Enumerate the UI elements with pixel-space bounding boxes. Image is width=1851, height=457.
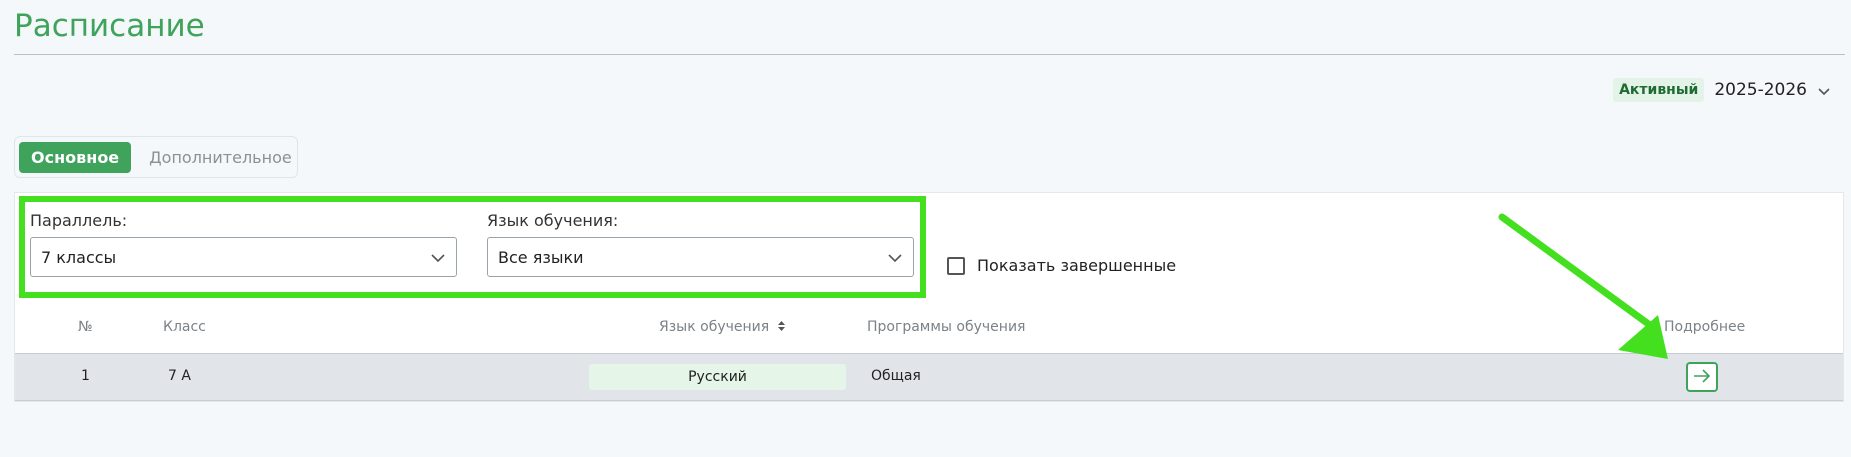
parallel-label: Параллель:	[30, 211, 128, 230]
sort-icon[interactable]	[774, 319, 786, 335]
year-value: 2025-2026	[1714, 80, 1807, 100]
show-completed-label: Показать завершенные	[977, 256, 1177, 275]
row-class: 7 А	[168, 368, 191, 384]
year-selector[interactable]: Активный 2025-2026	[1613, 78, 1831, 102]
chevron-down-icon	[887, 250, 903, 270]
language-select-value: Все языки	[498, 247, 584, 267]
title-divider	[14, 54, 1845, 55]
chevron-down-icon	[430, 250, 446, 270]
arrow-right-icon	[1693, 368, 1711, 387]
header-language[interactable]: Язык обучения	[659, 319, 786, 335]
show-completed-checkbox[interactable]	[947, 256, 965, 275]
tab-main[interactable]: Основное	[19, 141, 132, 173]
header-number: №	[78, 319, 93, 335]
tab-bar: Основное Дополнительное	[14, 136, 298, 178]
row-number: 1	[81, 368, 90, 384]
annotation-arrow	[1498, 213, 1668, 359]
parallel-select[interactable]: 7 классы	[30, 237, 457, 277]
tab-additional[interactable]: Дополнительное	[137, 142, 304, 173]
language-label: Язык обучения:	[487, 211, 619, 230]
language-select[interactable]: Все языки	[487, 237, 914, 277]
header-programs: Программы обучения	[867, 319, 1026, 335]
row-language-badge: Русский	[589, 364, 846, 390]
page-title: Расписание	[14, 8, 205, 44]
details-button[interactable]	[1686, 362, 1718, 392]
show-completed-toggle[interactable]: Показать завершенные	[947, 256, 1176, 275]
status-badge: Активный	[1613, 78, 1705, 102]
header-language-label: Язык обучения	[659, 319, 770, 335]
header-class: Класс	[163, 319, 206, 335]
chevron-down-icon[interactable]	[1817, 83, 1831, 97]
row-program: Общая	[871, 368, 921, 384]
parallel-select-value: 7 классы	[41, 247, 117, 267]
